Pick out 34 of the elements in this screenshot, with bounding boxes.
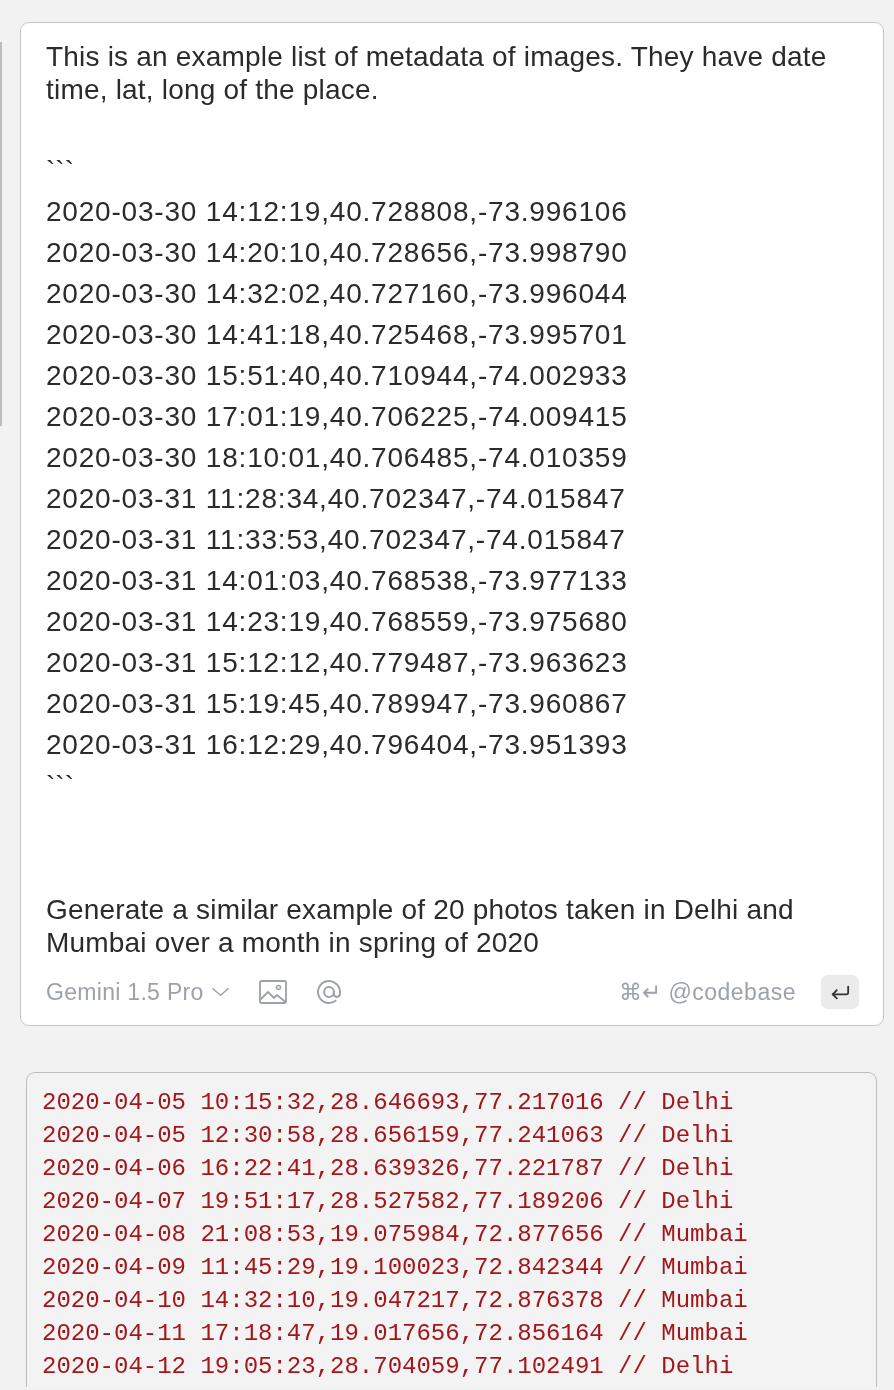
code-line: 2020-04-07 19:51:17,28.527582,77.189206 // Delhi [42,1187,735,1217]
return-icon [830,984,850,1000]
prompt-text-line: 2020-03-30 17:01:19,40.706225,-74.009415 [46,400,629,434]
code-fence-text: ``` [46,769,75,803]
send-button[interactable] [821,975,859,1009]
model-selector[interactable]: Gemini 1.5 Pro [46,978,229,1006]
code-line: 2020-04-11 17:18:47,19.017656,72.856164 // Mumbai [42,1319,749,1349]
at-sign-icon[interactable] [314,978,343,1006]
code-line: 2020-04-08 21:08:53,19.075984,72.877656 // Mumbai [42,1220,749,1250]
prompt-text-line: 2020-03-30 14:32:02,40.727160,-73.996044 [46,277,629,311]
prompt-text-line: 2020-03-30 14:41:18,40.725468,-73.995701 [46,318,629,352]
code-line: 2020-04-05 10:15:32,28.646693,77.217016 // Delhi [42,1088,735,1118]
code-line: 2020-04-09 11:45:29,19.100023,72.842344 // Mumbai [42,1253,749,1283]
chevron-down-icon [211,987,229,997]
prompt-text-line: 2020-03-30 18:10:01,40.706485,-74.010359 [46,441,629,475]
prompt-text: Generate a similar example of 20 photos taken in Delhi and Mumbai over a month in spring of 2020 [46,893,795,959]
prompt-text-line: 2020-03-31 15:19:45,40.789947,-73.960867 [46,687,629,721]
code-line: 2020-04-12 19:05:23,28.704059,77.102491 // Delhi [42,1352,735,1382]
prompt-text-line: 2020-03-31 11:33:53,40.702347,-74.015847 [46,523,627,557]
prompt-text-line: 2020-03-31 16:12:29,40.796404,-73.951393 [46,728,629,762]
code-line: 2020-04-05 12:30:58,28.656159,77.241063 // Delhi [42,1121,735,1151]
codebase-button[interactable]: ⌘↵ @codebase [618,978,796,1006]
prompt-text-line: 2020-03-31 15:12:12,40.779487,-73.963623 [46,646,629,680]
prompt-text-line: 2020-03-31 14:01:03,40.768538,-73.977133 [46,564,629,598]
image-icon[interactable] [258,980,287,1004]
code-line: 2020-04-06 16:22:41,28.639326,77.221787 // Delhi [42,1154,735,1184]
prompt-text: This is an example list of metadata of images. They have date time, lat, long of the place. [46,40,828,106]
code-fence-text: ``` [46,154,75,188]
prompt-text-line: 2020-03-30 14:12:19,40.728808,-73.996106 [46,195,629,229]
prompt-text-line: 2020-03-31 11:28:34,40.702347,-74.015847 [46,482,627,516]
prompt-text-line: 2020-03-31 14:23:19,40.768559,-73.975680 [46,605,629,639]
prompt-text-line: 2020-03-30 15:51:40,40.710944,-74.002933 [46,359,629,393]
prompt-text-line: 2020-03-30 14:20:10,40.728656,-73.998790 [46,236,629,270]
code-line: 2020-04-10 14:32:10,19.047217,72.876378 // Mumbai [42,1286,749,1316]
